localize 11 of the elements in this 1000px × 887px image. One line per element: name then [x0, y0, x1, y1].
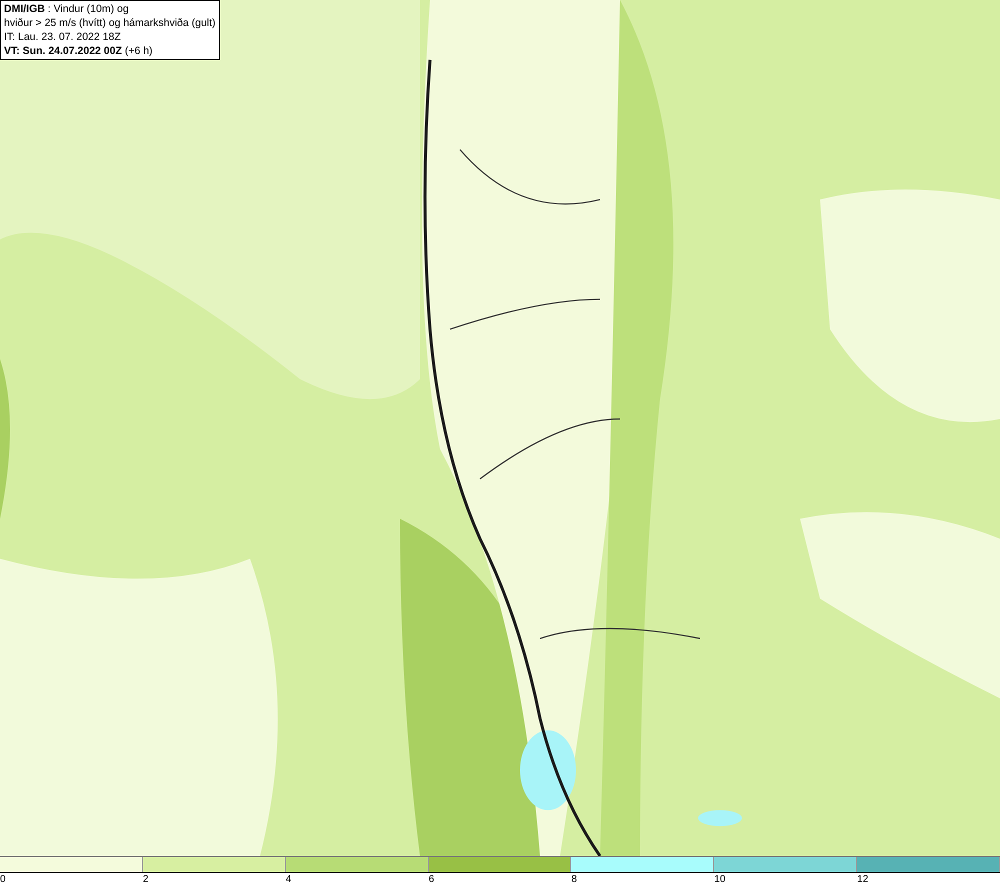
scale-tick-label: 12: [857, 873, 868, 887]
scale-tick-label: 10: [714, 873, 726, 887]
scale-tick-label: 6: [428, 873, 434, 887]
legend-text: IT: Lau. 23. 07. 2022 18Z: [4, 30, 122, 44]
legend-text: DMI/IGB : Vindur (10m) og: [4, 2, 130, 16]
scale-tick-label: 2: [142, 873, 148, 887]
legend-text: hviður > 25 m/s (hvítt) og hámarkshviða (gult): [4, 16, 216, 30]
scale-tick-label: 8: [571, 873, 577, 887]
legend-text: VT: Sun. 24.07.2022 00Z (+6 h): [4, 44, 154, 58]
scale-tick-label: 0: [0, 873, 6, 887]
scale-tick-label: 4: [286, 873, 292, 887]
